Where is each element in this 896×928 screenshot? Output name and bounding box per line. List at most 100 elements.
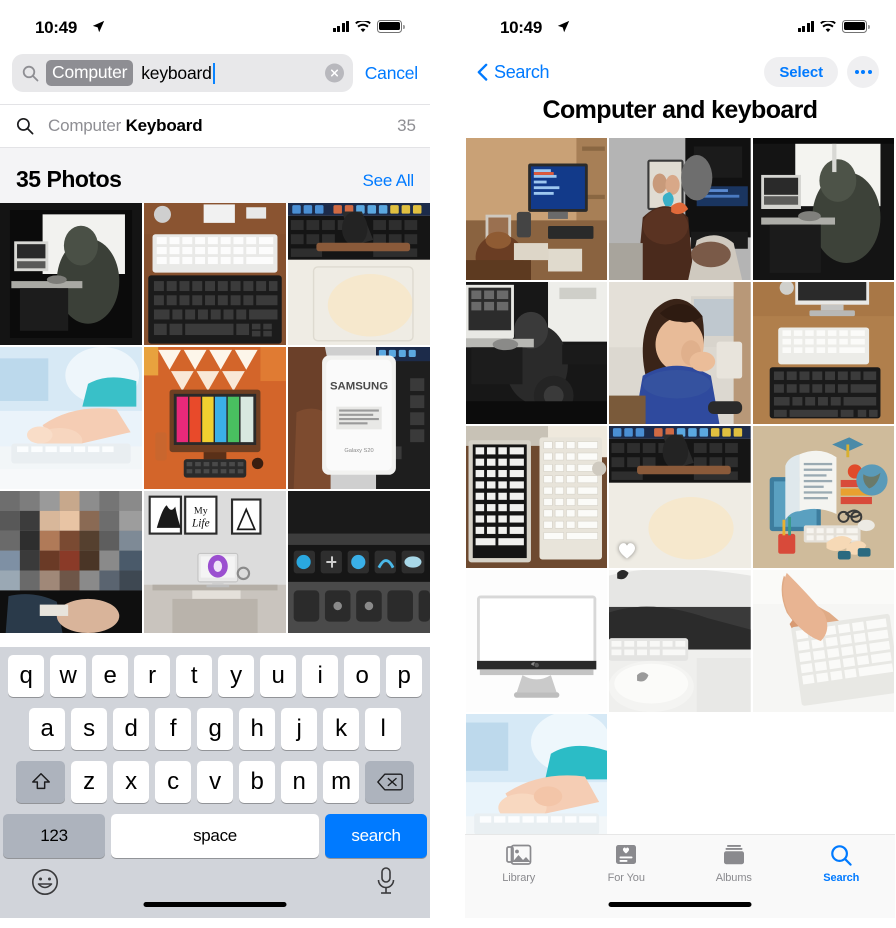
key-y[interactable]: y — [218, 655, 254, 697]
photo-thumbnail[interactable] — [0, 491, 142, 633]
key-g[interactable]: g — [197, 708, 233, 750]
tab-label: Albums — [715, 872, 752, 884]
battery-full-icon — [377, 20, 405, 33]
clear-circle-icon[interactable] — [324, 63, 344, 83]
suggestion-count: 35 — [397, 116, 416, 135]
svg-text:My: My — [194, 506, 208, 517]
search-icon — [22, 65, 39, 82]
key-m[interactable]: m — [323, 761, 359, 803]
more-options-button[interactable] — [847, 56, 879, 88]
photo-thumbnail[interactable] — [466, 282, 608, 424]
key-w[interactable]: w — [50, 655, 86, 697]
key-v[interactable]: v — [197, 761, 233, 803]
key-s[interactable]: s — [71, 708, 107, 750]
key-b[interactable]: b — [239, 761, 275, 803]
photo-thumbnail[interactable] — [752, 426, 894, 568]
key-i[interactable]: i — [302, 655, 338, 697]
battery-full-icon — [842, 20, 870, 33]
search-suggestion-row[interactable]: Computer Keyboard 35 — [0, 104, 430, 148]
key-j[interactable]: j — [281, 708, 317, 750]
home-indicator — [608, 902, 752, 907]
chevron-left-icon — [477, 63, 488, 82]
photo-thumbnail[interactable] — [466, 570, 608, 712]
status-indicators — [797, 19, 870, 33]
key-t[interactable]: t — [176, 655, 212, 697]
back-button[interactable]: Search — [477, 62, 550, 83]
right-phone-screen: 10:49 Search Select Computer and keyboar… — [465, 8, 895, 918]
status-indicators — [332, 19, 405, 33]
key-c[interactable]: c — [155, 761, 191, 803]
tab-label: Search — [823, 872, 860, 884]
photo-thumbnail[interactable] — [466, 426, 608, 568]
key-l[interactable]: l — [365, 708, 401, 750]
tab-search[interactable]: Search — [788, 842, 896, 884]
see-all-link[interactable]: See All — [362, 171, 414, 193]
photo-thumbnail[interactable]: SAMSUNG Galaxy S20 — [288, 347, 430, 489]
photo-thumbnail[interactable] — [609, 282, 751, 424]
photo-album-grid — [465, 138, 895, 856]
nav-actions: Select — [764, 56, 879, 88]
key-k[interactable]: k — [323, 708, 359, 750]
tab-bar: Library For You Albums Search — [465, 834, 895, 918]
key-z[interactable]: z — [71, 761, 107, 803]
key-p[interactable]: p — [386, 655, 422, 697]
photo-thumbnail[interactable] — [144, 203, 286, 345]
key-o[interactable]: o — [344, 655, 380, 697]
tab-albums[interactable]: Albums — [680, 842, 788, 884]
cancel-button[interactable]: Cancel — [365, 63, 418, 84]
photo-thumbnail[interactable] — [609, 426, 751, 568]
select-button[interactable]: Select — [764, 57, 838, 87]
photos-section-header: 35 Photos See All — [0, 148, 430, 203]
status-time: 10:49 — [500, 18, 542, 37]
photo-thumbnail[interactable] — [288, 203, 430, 345]
location-arrow-icon — [557, 20, 570, 35]
photo-thumbnail[interactable] — [144, 347, 286, 489]
search-icon — [830, 842, 853, 868]
key-d[interactable]: d — [113, 708, 149, 750]
search-return-key[interactable]: search — [325, 814, 427, 858]
key-r[interactable]: r — [134, 655, 170, 697]
space-key[interactable]: space — [111, 814, 319, 858]
ellipsis-icon — [854, 70, 872, 74]
photo-thumbnail[interactable] — [609, 138, 751, 280]
key-n[interactable]: n — [281, 761, 317, 803]
photo-thumbnail[interactable] — [752, 570, 894, 712]
backspace-delete-icon[interactable] — [365, 761, 414, 803]
suggestion-prefix: Computer — [48, 116, 126, 135]
suggestion-label: Computer Keyboard — [48, 116, 397, 136]
key-h[interactable]: h — [239, 708, 275, 750]
shift-arrow-icon[interactable] — [16, 761, 65, 803]
key-e[interactable]: e — [92, 655, 128, 697]
numbers-key[interactable]: 123 — [3, 814, 105, 858]
keyboard-row-2: a s d f g h j k l — [3, 708, 427, 750]
key-u[interactable]: u — [260, 655, 296, 697]
suggestion-bold: Keyboard — [125, 116, 203, 135]
search-input[interactable]: Computer keyboard — [12, 54, 353, 92]
svg-text:Galaxy S20: Galaxy S20 — [344, 448, 373, 454]
tab-for-you[interactable]: For You — [573, 842, 681, 884]
photos-count-title: 35 Photos — [16, 166, 122, 192]
photo-thumbnail[interactable] — [752, 282, 894, 424]
photos-library-icon — [505, 842, 532, 868]
location-arrow-icon — [92, 20, 105, 35]
tab-library[interactable]: Library — [465, 842, 573, 884]
key-a[interactable]: a — [29, 708, 65, 750]
photo-thumbnail[interactable] — [0, 347, 142, 489]
key-q[interactable]: q — [8, 655, 44, 697]
photo-thumbnail[interactable] — [0, 203, 142, 345]
microphone-icon[interactable] — [375, 866, 397, 896]
photo-thumbnail[interactable] — [466, 138, 608, 280]
key-x[interactable]: x — [113, 761, 149, 803]
photo-thumbnail[interactable] — [609, 570, 751, 712]
photo-results-grid: SAMSUNG Galaxy S20 My Life — [0, 203, 430, 633]
key-f[interactable]: f — [155, 708, 191, 750]
photo-thumbnail[interactable]: My Life — [144, 491, 286, 633]
cellular-signal-icon — [332, 20, 349, 33]
emoji-smiley-icon[interactable] — [31, 868, 59, 896]
tab-label: Library — [502, 872, 536, 884]
photo-thumbnail[interactable] — [752, 138, 894, 280]
search-token-chip[interactable]: Computer — [46, 59, 134, 87]
photo-thumbnail[interactable] — [288, 491, 430, 633]
navigation-bar: Search Select — [465, 50, 895, 90]
keyboard-row-3: z x c v b n m — [3, 761, 427, 803]
